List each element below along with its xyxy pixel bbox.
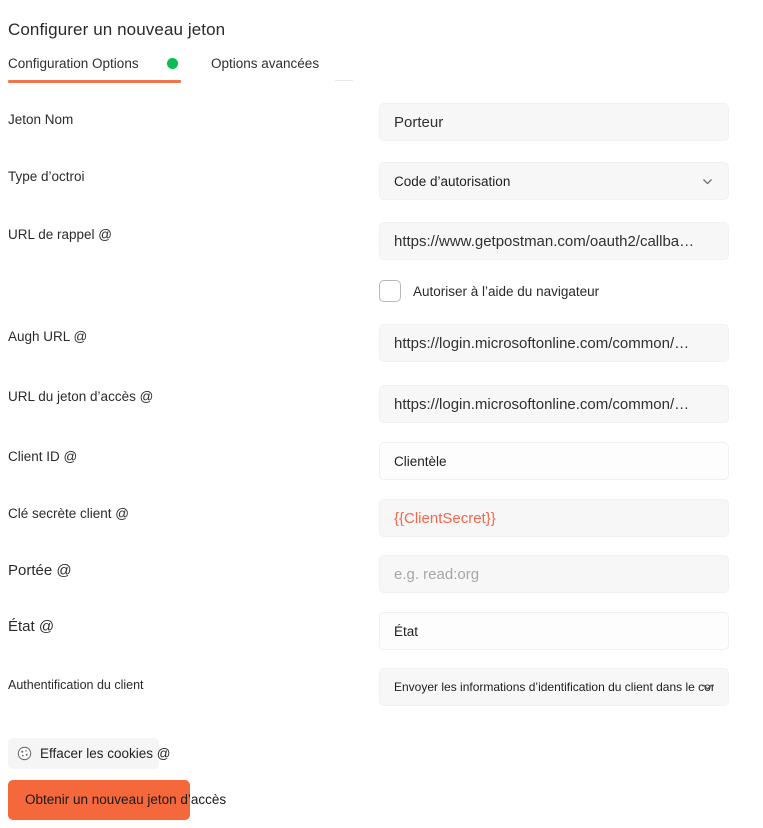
input-client-id-value: Clientèle	[394, 453, 447, 469]
input-client-secret-value: {{ClientSecret}}	[394, 509, 496, 527]
chevron-down-icon	[701, 175, 714, 188]
input-client-secret[interactable]: {{ClientSecret}}	[379, 499, 729, 537]
cookie-icon	[17, 746, 32, 761]
select-grant-type[interactable]: Code d’autorisation	[379, 162, 729, 200]
select-client-authentication-value: Envoyer les informations d’identificatio…	[394, 680, 714, 694]
active-tab-indicator	[8, 80, 181, 83]
input-auth-url-value: https://login.microsoftonline.com/common…	[394, 334, 690, 352]
input-access-token-url-value: https://login.microsoftonline.com/common…	[394, 395, 690, 413]
checkbox-box-icon[interactable]	[379, 280, 401, 302]
label-scope: Portée @	[8, 562, 72, 579]
tab-options-avancees[interactable]: Options avancées	[211, 56, 319, 71]
input-callback-url-value: https://www.getpostman.com/oauth2/callba…	[394, 232, 695, 250]
input-scope-placeholder: e.g. read:org	[394, 565, 480, 583]
label-auth-url: Augh URL @	[8, 329, 88, 344]
input-client-id[interactable]: Clientèle	[379, 442, 729, 480]
clear-cookies-button[interactable]: Effacer les cookies @	[8, 738, 171, 769]
label-client-authentication: Authentification du client	[8, 678, 144, 692]
get-new-access-token-label: Obtenir un nouveau jeton d’accès	[25, 792, 227, 807]
select-client-authentication[interactable]: Envoyer les informations d’identificatio…	[379, 668, 729, 706]
input-state[interactable]: État	[379, 612, 729, 650]
input-token-name[interactable]: Porteur	[379, 103, 729, 141]
clear-cookies-label: Effacer les cookies @	[40, 745, 171, 761]
input-callback-url[interactable]: https://www.getpostman.com/oauth2/callba…	[379, 222, 729, 260]
label-access-token-url: URL du jeton d’accès @	[8, 389, 154, 404]
label-client-secret: Clé secrète client @	[8, 506, 129, 521]
label-state: État @	[8, 618, 55, 635]
checkbox-authorize-using-browser[interactable]: Autoriser à l’aide du navigateur	[379, 279, 599, 303]
get-new-access-token-button[interactable]: Obtenir un nouveau jeton d’accès	[8, 780, 226, 820]
input-access-token-url[interactable]: https://login.microsoftonline.com/common…	[379, 385, 729, 423]
page-title: Configurer un nouveau jeton	[8, 20, 226, 39]
tab-divider	[335, 80, 353, 81]
status-dot-icon	[167, 58, 178, 69]
label-token-name: Jeton Nom	[8, 112, 74, 127]
label-callback-url: URL de rappel @	[8, 227, 113, 242]
input-scope[interactable]: e.g. read:org	[379, 555, 729, 593]
label-client-id: Client ID @	[8, 449, 78, 464]
input-auth-url[interactable]: https://login.microsoftonline.com/common…	[379, 324, 729, 362]
label-grant-type: Type d’octroi	[8, 169, 85, 184]
input-token-name-value: Porteur	[394, 113, 444, 131]
input-state-value: État	[394, 623, 419, 639]
checkbox-authorize-using-browser-label: Autoriser à l’aide du navigateur	[413, 283, 600, 299]
select-grant-type-value: Code d’autorisation	[394, 173, 511, 189]
tab-configuration-options[interactable]: Configuration Options	[8, 56, 139, 71]
